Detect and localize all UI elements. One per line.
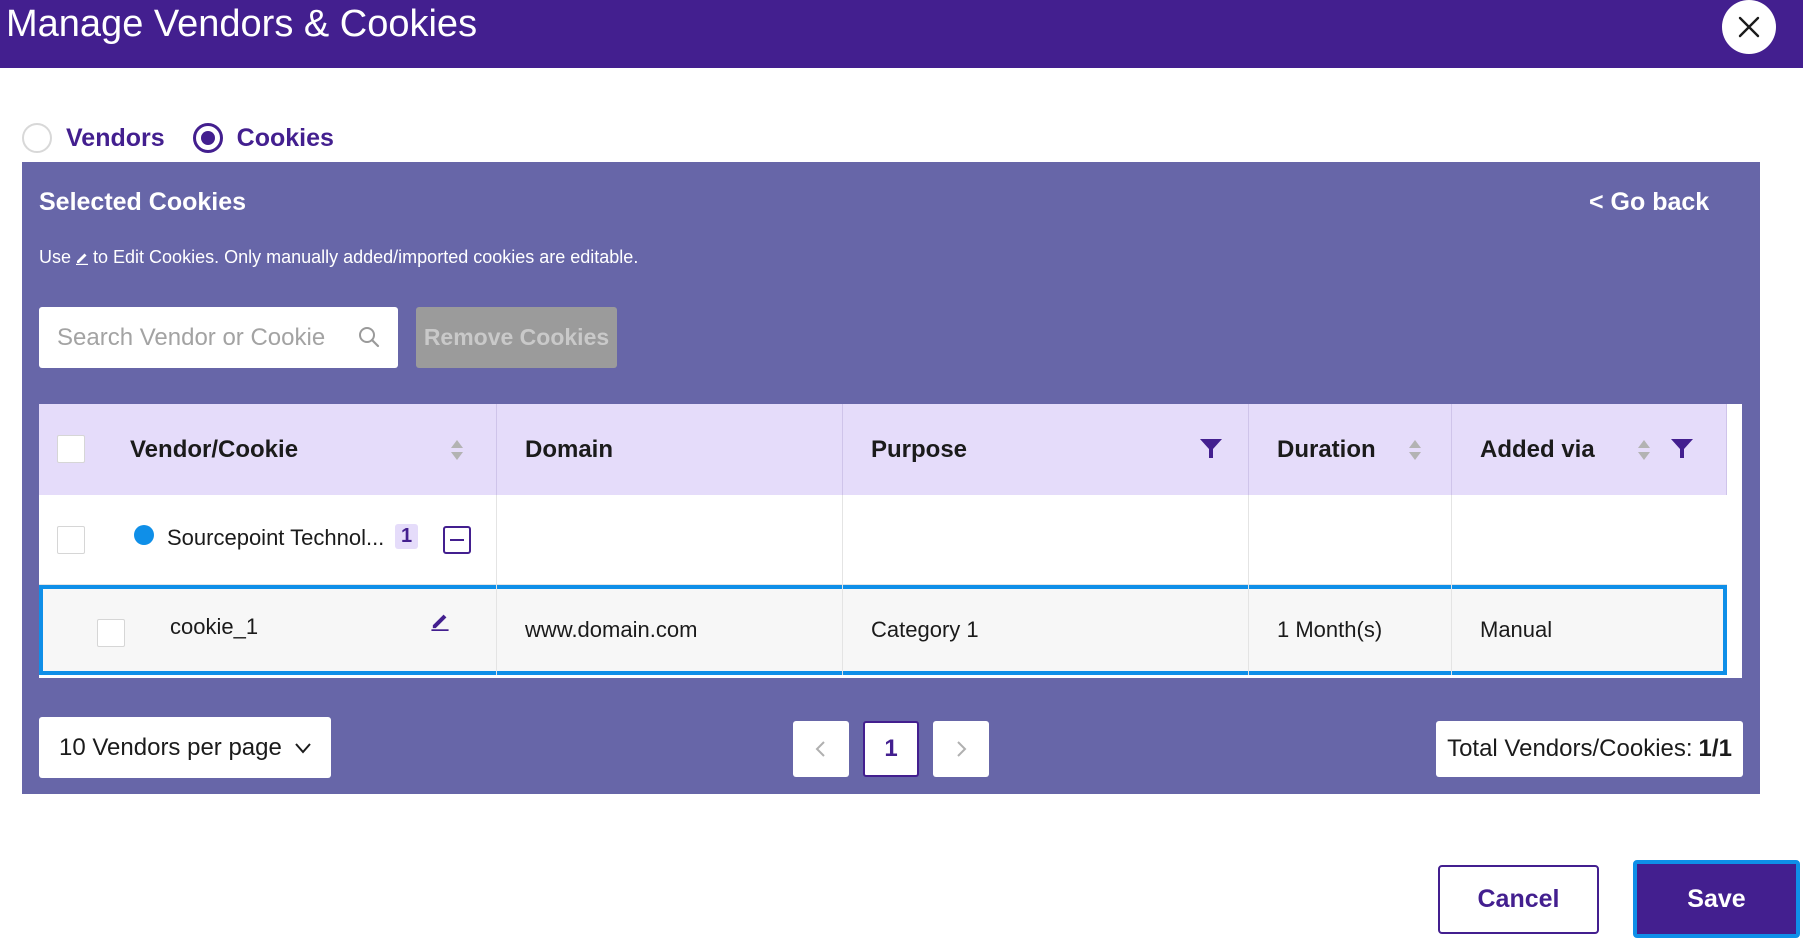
chevron-right-icon <box>957 741 967 757</box>
search-input[interactable] <box>39 307 349 368</box>
cookie-name: cookie_1 <box>170 614 259 639</box>
vendor-name[interactable]: Sourcepoint Technol... <box>167 525 384 551</box>
pencil-icon <box>75 251 89 265</box>
search-box <box>39 307 398 368</box>
duration-cell <box>1249 495 1452 585</box>
search-icon[interactable] <box>357 325 381 354</box>
panel-title: Selected Cookies <box>39 188 247 216</box>
edit-hint: Use to Edit Cookies. Only manually added… <box>39 247 638 268</box>
sort-icon[interactable] <box>1637 439 1651 461</box>
table-header: Vendor/Cookie Domain Purpose Duration Ad… <box>39 404 1727 495</box>
close-button[interactable] <box>1722 0 1776 54</box>
vendors-radio-label: Vendors <box>66 123 165 152</box>
radio-option-cookies[interactable]: Cookies <box>192 123 334 153</box>
purpose-cell <box>843 495 1249 585</box>
column-vendor-cookie: Vendor/Cookie <box>39 404 497 495</box>
column-added-via: Added via <box>1452 404 1727 495</box>
cookie-duration: 1 Month(s) <box>1249 585 1452 675</box>
column-domain: Domain <box>497 404 843 495</box>
collapse-button[interactable] <box>443 526 471 554</box>
selected-cookies-panel: Selected Cookies < Go back Use to Edit C… <box>22 162 1760 794</box>
cookie-purpose: Category 1 <box>843 585 1249 675</box>
save-button[interactable]: Save <box>1633 860 1800 938</box>
minus-icon <box>450 539 464 541</box>
cookie-count-badge: 1 <box>395 524 419 549</box>
radio-option-vendors[interactable]: Vendors <box>22 123 165 153</box>
filter-icon[interactable] <box>1199 437 1223 468</box>
status-dot <box>134 525 154 545</box>
column-label-domain: Domain <box>525 435 614 463</box>
modal-title: Manage Vendors & Cookies <box>6 3 478 45</box>
row-checkbox[interactable] <box>57 526 85 554</box>
column-label-added-via: Added via <box>1480 435 1595 463</box>
table-row-vendor[interactable]: Sourcepoint Technol... 1 <box>39 495 1727 585</box>
vendors-radio[interactable] <box>22 123 52 153</box>
domain-cell <box>497 495 843 585</box>
column-label-vendor-cookie: Vendor/Cookie <box>130 435 299 463</box>
page-number-button[interactable]: 1 <box>863 721 919 777</box>
close-icon <box>1738 16 1760 38</box>
added-via-cell <box>1452 495 1727 585</box>
column-label-duration: Duration <box>1277 435 1376 463</box>
edit-icon[interactable] <box>430 611 450 637</box>
cookie-domain: www.domain.com <box>497 585 843 675</box>
column-label-purpose: Purpose <box>871 435 968 463</box>
remove-cookies-button[interactable]: Remove Cookies <box>416 307 617 368</box>
select-all-checkbox[interactable] <box>57 435 85 463</box>
cookie-added-via: Manual <box>1480 617 1553 642</box>
row-checkbox[interactable] <box>97 619 125 647</box>
cookies-radio-label: Cookies <box>236 123 334 152</box>
sort-icon[interactable] <box>1408 439 1422 461</box>
go-back-link[interactable]: < Go back <box>1589 188 1709 217</box>
hint-text-after: to Edit Cookies. Only manually added/imp… <box>93 247 639 267</box>
column-duration: Duration <box>1249 404 1452 495</box>
total-label: Total Vendors/Cookies: <box>1447 735 1693 762</box>
chevron-down-icon <box>293 737 313 765</box>
total-value: 1/1 <box>1698 735 1732 762</box>
cookies-radio[interactable] <box>192 123 223 153</box>
modal-header: Manage Vendors & Cookies <box>0 0 1803 68</box>
next-page-button[interactable] <box>933 721 989 777</box>
filter-icon[interactable] <box>1670 437 1694 468</box>
sort-icon[interactable] <box>450 439 464 461</box>
total-count: Total Vendors/Cookies: 1/1 <box>1436 721 1743 777</box>
per-page-select[interactable]: 10 Vendors per page <box>39 717 331 778</box>
cookies-table: Vendor/Cookie Domain Purpose Duration Ad… <box>39 404 1742 678</box>
per-page-value: 10 Vendors per page <box>59 733 282 761</box>
cookie-cell: cookie_1 <box>39 585 497 675</box>
table-row-cookie[interactable]: cookie_1 www.domain.com Category 1 1 Mon… <box>39 585 1727 675</box>
chevron-left-icon <box>815 741 825 757</box>
hint-text-before: Use <box>39 247 72 267</box>
vendor-cell: Sourcepoint Technol... 1 <box>39 495 497 585</box>
view-toggle: Vendors Cookies <box>22 123 362 153</box>
prev-page-button[interactable] <box>793 721 849 777</box>
column-purpose: Purpose <box>843 404 1249 495</box>
cancel-button[interactable]: Cancel <box>1438 865 1599 934</box>
